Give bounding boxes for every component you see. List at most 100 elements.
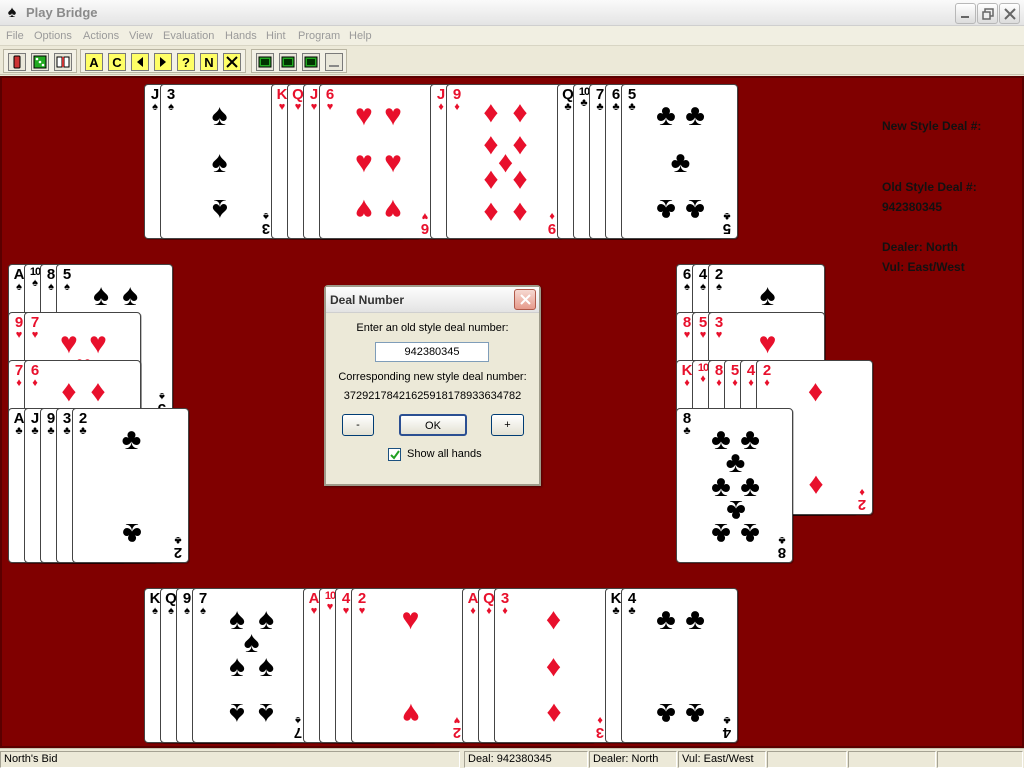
menu-hint[interactable]: Hint [264,28,288,44]
hearts-icon: ♥ [355,193,373,226]
title-bar: ♠ Play Bridge [0,0,1024,26]
close-button[interactable] [999,3,1020,24]
clubs-icon: ♣ [685,99,705,132]
card-rank: 2 [357,590,367,607]
card-corner: 3 ♠ [164,87,178,113]
menu-view[interactable]: View [127,28,155,44]
toolbar-group-play: A C ? N [80,49,246,73]
north-card-diamonds-9[interactable]: 9 ♦ 9 ♦ ♦ ♦ ♦ ♦ ♦ ♦ ♦ ♦ ♦ [446,84,563,239]
new-game-button[interactable]: N [200,53,218,71]
corresponding-label: Corresponding new style deal number: [338,371,527,383]
diamonds-icon: ♦ [545,649,562,683]
east-card-clubs-8[interactable]: 8 ♣ 8 ♣ ♣ ♣ ♣ ♣ ♣ ♣ ♣ ♣ [676,408,793,563]
card-rank: 4 [627,590,637,607]
clubs-icon: ♣ [121,423,142,456]
north-card-clubs-5[interactable]: 5 ♣ 5 ♣ ♣ ♣ ♣ ♣ ♣ [621,84,738,239]
film-icon [304,56,318,68]
hearts-icon: ♥ [355,145,373,179]
diamonds-icon: ♦ [512,95,528,129]
forward-button[interactable] [154,53,172,71]
menu-options[interactable]: Options [32,28,74,44]
west-card-clubs-2[interactable]: 2 ♣ 2 ♣ ♣ ♣ [72,408,189,563]
minimize-button[interactable] [955,3,976,24]
new-style-deal-label: New Style Deal #: [882,119,982,133]
card-corner: 2 ♥ [355,591,369,617]
status-panel-7 [937,751,1023,768]
menu-actions[interactable]: Actions [81,28,121,44]
cancel-play-button[interactable] [223,53,241,71]
spades-icon: ♠ [92,279,109,312]
view-hand-2-button[interactable] [279,53,297,71]
card-rank: 6 [30,362,40,379]
random-deal-button[interactable] [31,53,49,71]
hearts-icon: ♥ [401,697,420,730]
card-rank: 2 [78,410,88,427]
dialog-title: Deal Number [330,293,405,307]
view-hand-1-button[interactable] [256,53,274,71]
menu-evaluation[interactable]: Evaluation [161,28,216,44]
auto-play-button[interactable]: A [85,53,103,71]
view-hand-4-button[interactable] [325,53,343,71]
film-icon [258,56,272,68]
status-dealer: Dealer: North [589,751,677,768]
clubs-icon: ♣ [685,603,705,636]
hint-button[interactable]: ? [177,53,195,71]
view-hand-3-button[interactable] [302,53,320,71]
back-button[interactable] [131,53,149,71]
deal-number-dialog: Deal Number Enter an old style deal numb… [324,285,541,486]
toolbar-group-view [251,49,347,73]
menu-bar: File Options Actions View Evaluation Han… [0,26,1024,46]
diamonds-icon: ♦ [512,196,528,230]
menu-file[interactable]: File [4,28,26,44]
dialog-title-bar: Deal Number [326,287,539,313]
claim-button[interactable]: C [108,53,126,71]
diamonds-icon: ♦ [545,603,562,636]
north-card-spades-3[interactable]: 3 ♠ 3 ♠ ♠ ♠ ♠ [160,84,277,239]
old-style-deal-input[interactable] [375,342,489,362]
menu-help[interactable]: Help [347,28,374,44]
card-rank: 8 [777,544,787,561]
hearts-icon: ♥ [384,145,402,179]
spade-icon[interactable]: ♠ [3,4,21,22]
card-corner: 2 ♦ [760,363,774,389]
show-all-hands-checkbox[interactable] [388,448,401,461]
spades-icon: ♠ [228,697,245,730]
spades-icon: ♠ [759,279,776,312]
south-card-diamonds-3[interactable]: 3 ♦ 3 ♦ ♦ ♦ ♦ [494,588,611,743]
card-rank: 6 [325,86,335,103]
svg-text:?: ? [182,55,190,69]
ok-button[interactable]: OK [399,414,467,436]
card-rank: 9 [452,86,462,103]
card-rank: 3 [500,590,510,607]
diamonds-icon: ♦ [90,375,106,408]
north-card-hearts-6[interactable]: 6 ♥ 6 ♥ ♥ ♥ ♥ ♥ ♥ ♥ [319,84,436,239]
card-rank: 2 [857,496,867,513]
clubs-icon: ♣ [79,425,87,437]
menu-program[interactable]: Program [296,28,342,44]
letter-a-icon: A [89,55,99,69]
clubs-icon: ♣ [656,99,676,132]
south-card-clubs-4[interactable]: 4 ♣ 4 ♣ ♣ ♣ ♣ ♣ [621,588,738,743]
increment-button[interactable]: + [491,414,524,436]
clubs-icon: ♣ [685,697,705,730]
spades-icon: ♠ [211,193,228,226]
status-panel-5 [767,751,847,768]
svg-text:A: A [89,55,99,69]
new-style-deal-number: 37292178421625918178933634782 [343,390,522,402]
load-deal-button[interactable] [54,53,72,71]
dealer-info: Dealer: North [882,240,959,254]
decrement-button[interactable]: - [342,414,374,436]
south-card-hearts-2[interactable]: 2 ♥ 2 ♥ ♥ ♥ [351,588,468,743]
hearts-icon: ♥ [355,99,373,132]
clubs-icon: ♣ [656,193,676,226]
clubs-icon: ♣ [656,697,676,730]
status-panel-6 [848,751,936,768]
x-mark-icon [226,56,238,68]
south-card-spades-7[interactable]: 7 ♠ 7 ♠ ♠ ♠ ♠ ♠ ♠ ♠ ♠ [192,588,309,743]
dialog-close-button[interactable] [514,289,536,310]
hearts-icon: ♥ [758,327,777,360]
restore-button[interactable] [977,3,998,24]
menu-hands[interactable]: Hands [223,28,259,44]
deal-button[interactable] [8,53,26,71]
card-corner: 7 ♠ [196,591,210,617]
